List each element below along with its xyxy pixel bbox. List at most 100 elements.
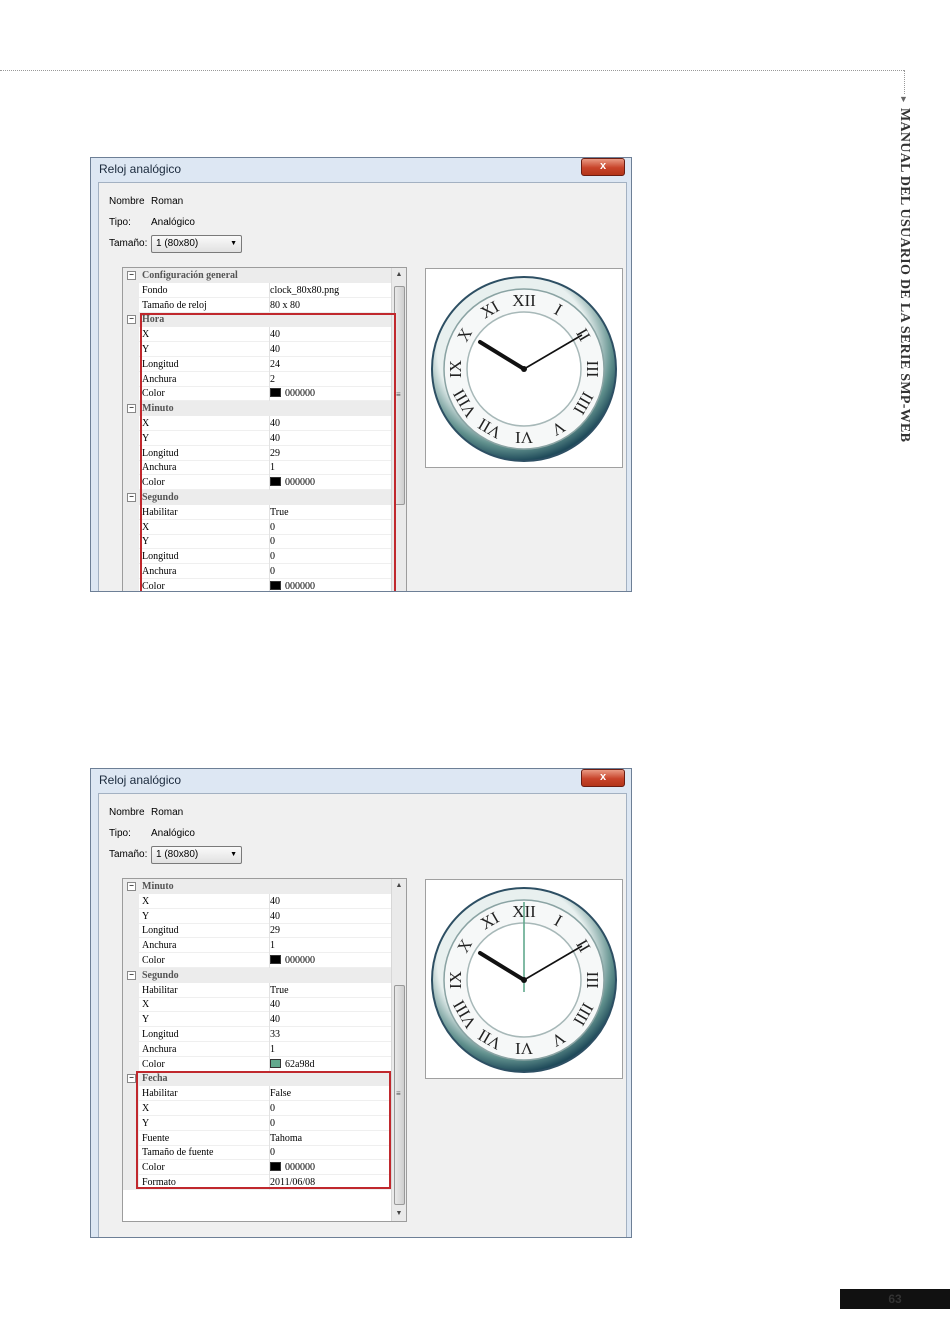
- clock-dialog-1: Reloj analógico x Nombre Roman Tipo: Ana…: [90, 157, 632, 592]
- nombre-value[interactable]: Roman: [151, 196, 183, 207]
- nombre-label: Nombre: [109, 807, 145, 818]
- property-value[interactable]: clock_80x80.png: [269, 282, 340, 298]
- tipo-value: Analógico: [151, 217, 195, 228]
- dialog-body: Nombre Roman Tipo: Analógico Tamaño: 1 (…: [98, 793, 627, 1237]
- grid-property-row[interactable]: X 40: [123, 893, 393, 909]
- grid-property-row[interactable]: Y 40: [123, 908, 393, 924]
- property-value[interactable]: 33: [269, 1027, 280, 1042]
- property-value-text: 40: [270, 910, 280, 922]
- chevron-down-icon: ▼: [230, 851, 237, 858]
- collapse-icon[interactable]: −: [127, 271, 136, 280]
- clock-preview-svg: XII IIIIIIIIIIVVIVIIVIIIIXXXI: [431, 276, 617, 462]
- dialog-body: Nombre Roman Tipo: Analógico Tamaño: 1 (…: [98, 182, 627, 591]
- tamano-label: Tamaño:: [109, 849, 148, 860]
- size-select[interactable]: 1 (80x80) ▼: [151, 235, 242, 253]
- grid-property-row[interactable]: Anchura 1: [123, 1041, 393, 1057]
- property-value-text: 40: [270, 1014, 280, 1026]
- grid-property-row[interactable]: Tamaño de reloj 80 x 80: [123, 297, 393, 313]
- clock-center: [521, 366, 527, 372]
- highlight-box: [140, 313, 396, 591]
- grip-icon: ≡: [396, 1089, 401, 1098]
- close-button[interactable]: x: [581, 769, 625, 787]
- clock-dialog-2: Reloj analógico x Nombre Roman Tipo: Ana…: [90, 768, 632, 1238]
- scroll-thumb[interactable]: ≡: [394, 985, 405, 1205]
- property-name: X: [142, 999, 150, 1011]
- property-value[interactable]: 40: [269, 997, 280, 1013]
- page-number: 63: [840, 1289, 950, 1309]
- collapse-icon[interactable]: −: [127, 882, 136, 891]
- property-value[interactable]: True: [269, 982, 289, 998]
- collapse-icon[interactable]: −: [127, 315, 136, 325]
- scroll-up-icon[interactable]: ▲: [392, 879, 406, 893]
- property-name: Fondo: [142, 284, 168, 296]
- collapse-icon[interactable]: −: [127, 1074, 136, 1084]
- scroll-down-icon[interactable]: ▼: [392, 1207, 406, 1221]
- grid-property-row[interactable]: Longitud 29: [123, 923, 393, 939]
- nombre-value[interactable]: Roman: [151, 807, 183, 818]
- property-name: Color: [142, 1058, 165, 1070]
- grid-property-row[interactable]: Fondo clock_80x80.png: [123, 282, 393, 298]
- grid-property-row[interactable]: Longitud 33: [123, 1027, 393, 1042]
- property-value[interactable]: 1: [269, 938, 275, 954]
- grid-property-row[interactable]: Color 000000: [123, 953, 393, 968]
- color-swatch: [270, 1058, 281, 1068]
- property-name: Habilitar: [142, 984, 178, 996]
- property-name: Y: [142, 910, 150, 922]
- category-label: Minuto: [142, 881, 174, 892]
- property-value-text: True: [270, 984, 289, 996]
- grid-category[interactable]: − Segundo: [123, 967, 393, 983]
- property-name: Anchura: [142, 1043, 177, 1055]
- roman-numeral: III: [583, 972, 602, 989]
- property-value-text: 1: [270, 940, 275, 952]
- grid-category[interactable]: − Minuto: [123, 879, 393, 894]
- property-value[interactable]: 000000: [269, 953, 315, 968]
- grip-icon: ≡: [396, 390, 401, 399]
- dialog-title: Reloj analógico: [99, 162, 182, 176]
- clock-center: [521, 977, 527, 983]
- tipo-label: Tipo:: [109, 217, 131, 228]
- property-name: Anchura: [142, 940, 177, 952]
- property-name: X: [142, 895, 150, 907]
- tipo-value: Analógico: [151, 828, 195, 839]
- clock-preview: XII I II III IIII V VI VII VIII IX X XI: [425, 268, 623, 468]
- property-value[interactable]: 1: [269, 1041, 275, 1057]
- arrow-down-icon: ▼: [899, 94, 908, 104]
- roman-numeral: IX: [446, 360, 465, 378]
- clock-preview-svg: XII IIIIIIIIIIVVIVIIVIIIIXXXI: [431, 887, 617, 1073]
- grid-property-row[interactable]: Color 62a98d: [123, 1056, 393, 1072]
- size-select-value: 1 (80x80): [156, 849, 199, 860]
- grid-category[interactable]: − Configuración general: [123, 268, 393, 283]
- property-name: Longitud: [142, 925, 179, 937]
- collapse-icon[interactable]: −: [127, 970, 136, 980]
- property-value[interactable]: 62a98d: [269, 1056, 315, 1072]
- grid-property-row[interactable]: Y 40: [123, 1012, 393, 1028]
- property-value[interactable]: 29: [269, 923, 280, 939]
- roman-numeral: VI: [515, 1039, 533, 1058]
- property-value-text: clock_80x80.png: [270, 284, 340, 296]
- color-swatch: [270, 955, 281, 964]
- title-bar: Reloj analógico x: [91, 158, 631, 182]
- close-button[interactable]: x: [581, 158, 625, 176]
- property-name: Color: [142, 955, 165, 966]
- property-value[interactable]: 40: [269, 893, 280, 909]
- category-label: Configuración general: [142, 270, 238, 281]
- property-value[interactable]: 40: [269, 1012, 280, 1028]
- scroll-up-icon[interactable]: ▲: [392, 268, 406, 282]
- title-bar: Reloj analógico x: [91, 769, 631, 793]
- size-select[interactable]: 1 (80x80) ▼: [151, 846, 242, 864]
- grid-property-row[interactable]: Anchura 1: [123, 938, 393, 954]
- property-value[interactable]: 40: [269, 908, 280, 924]
- grid-property-row[interactable]: Habilitar True: [123, 982, 393, 998]
- nombre-label: Nombre: [109, 196, 145, 207]
- collapse-icon[interactable]: −: [127, 404, 136, 414]
- grid-scrollbar[interactable]: ▲ ≡ ▼: [391, 879, 406, 1221]
- tamano-label: Tamaño:: [109, 238, 148, 249]
- tipo-label: Tipo:: [109, 828, 131, 839]
- property-value-text: 62a98d: [285, 1058, 315, 1070]
- property-value-text: 40: [270, 895, 280, 907]
- collapse-icon[interactable]: −: [127, 493, 136, 502]
- property-value-text: 000000: [285, 955, 315, 966]
- property-value[interactable]: 80 x 80: [269, 297, 300, 313]
- side-title: MANUAL DEL USUARIO DE LA SERIE SMP-WEB: [897, 108, 912, 443]
- grid-property-row[interactable]: X 40: [123, 997, 393, 1013]
